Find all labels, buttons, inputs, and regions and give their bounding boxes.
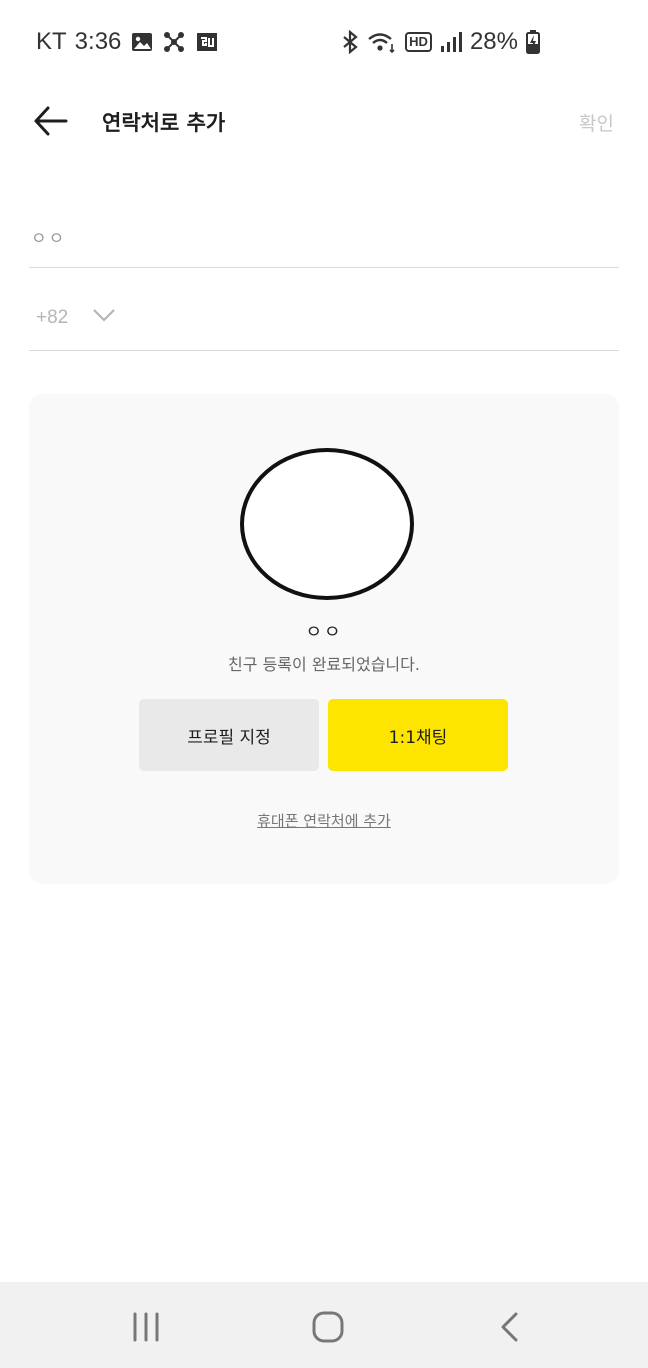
carrier-label: KT bbox=[36, 28, 67, 55]
chat-label: 1:1채팅 bbox=[388, 727, 448, 748]
name-value: ㅇㅇ bbox=[31, 229, 67, 249]
page-title: 연락처로 추가 bbox=[102, 111, 226, 135]
friend-added-card: ㅇㅇ 친구 등록이 완료되었습니다. 프로필 지정 1:1채팅 휴대폰 연락처에… bbox=[29, 394, 619, 884]
phone-field[interactable]: +82 bbox=[29, 282, 619, 351]
app-header: 연락처로 추가 확인 bbox=[0, 88, 648, 154]
avatar bbox=[240, 448, 414, 600]
name-field[interactable]: ㅇㅇ bbox=[29, 200, 619, 268]
add-contact-label: 휴대폰 연락처에 추가 bbox=[257, 812, 391, 830]
signal-icon bbox=[440, 32, 462, 52]
chevron-down-icon[interactable] bbox=[91, 306, 117, 324]
add-to-phone-contacts-link[interactable]: 휴대폰 연락처에 추가 bbox=[29, 810, 619, 831]
confirm-button[interactable]: 확인 bbox=[579, 109, 614, 136]
clock: 3:36 bbox=[74, 28, 122, 55]
network-icon bbox=[164, 32, 185, 52]
bluetooth-icon bbox=[343, 30, 358, 54]
status-left: KT 3:36 bbox=[36, 28, 219, 56]
status-bar: KT 3:36 HD 28% bbox=[0, 0, 648, 88]
friend-name: ㅇㅇ bbox=[305, 622, 343, 643]
battery-percent: 28% bbox=[469, 28, 518, 55]
home-icon[interactable] bbox=[308, 1310, 348, 1344]
battery-icon bbox=[526, 30, 540, 54]
back-icon[interactable] bbox=[490, 1310, 530, 1344]
wifi-icon bbox=[368, 33, 395, 54]
back-arrow-icon[interactable] bbox=[30, 104, 70, 138]
navigation-bar bbox=[0, 1282, 648, 1368]
set-profile-button[interactable]: 프로필 지정 bbox=[139, 699, 319, 771]
recent-apps-icon[interactable] bbox=[126, 1310, 166, 1344]
status-right: HD 28% bbox=[341, 28, 540, 56]
hd-icon: HD bbox=[405, 32, 432, 52]
country-code[interactable]: +82 bbox=[36, 307, 68, 329]
app-icon bbox=[197, 33, 218, 51]
one-to-one-chat-button[interactable]: 1:1채팅 bbox=[328, 699, 508, 771]
image-icon bbox=[132, 33, 153, 51]
success-message: 친구 등록이 완료되었습니다. bbox=[228, 655, 420, 674]
set-profile-label: 프로필 지정 bbox=[187, 727, 271, 748]
